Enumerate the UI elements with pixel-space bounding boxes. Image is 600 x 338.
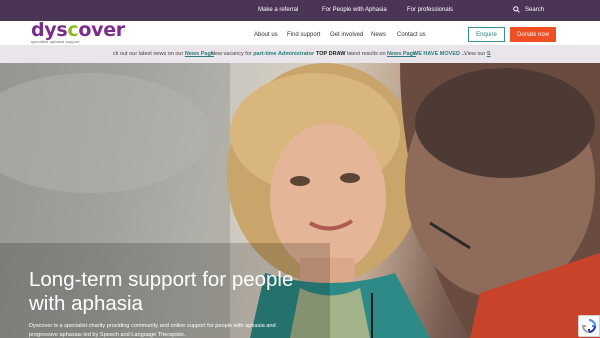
ticker-item: New vacancy for part-time Administrator xyxy=(211,51,315,57)
ticker-item: ck out our latest news on our News Page xyxy=(113,51,214,57)
nav-about-us[interactable]: About us xyxy=(254,32,278,38)
ticker-view-link[interactable]: S xyxy=(487,51,491,57)
donate-button[interactable]: Donate now xyxy=(510,27,556,42)
ticker-news-link[interactable]: News Page xyxy=(387,51,416,57)
search-button[interactable]: Search xyxy=(513,6,544,13)
enquire-button[interactable]: Enquire xyxy=(468,27,505,42)
hero-description: Dyscover is a specialist charity providi… xyxy=(29,323,276,338)
logo-wordmark: dyscover xyxy=(31,19,125,41)
nav-contact-us[interactable]: Contact us xyxy=(397,32,426,38)
site-logo[interactable]: dyscover specialist aphasia support xyxy=(31,19,125,46)
news-ticker: ck out our latest news on our News Page … xyxy=(0,45,600,63)
ticker-item: TOP DRAW latest results on News Page xyxy=(316,51,417,57)
utility-bar: Make a referral For People with Aphasia … xyxy=(0,0,600,21)
ticker-item: View our S xyxy=(464,51,491,57)
search-label: Search xyxy=(525,6,545,13)
ticker-news-link[interactable]: News Page xyxy=(185,51,214,57)
ticker-moved-item[interactable]: WE HAVE MOVED ... xyxy=(413,51,466,57)
people-with-aphasia-link[interactable]: For People with Aphasia xyxy=(322,7,387,13)
professionals-link[interactable]: For professionals xyxy=(407,7,453,13)
recaptcha-icon xyxy=(582,319,596,333)
recaptcha-badge[interactable] xyxy=(578,315,600,337)
nav-find-support[interactable]: Find support xyxy=(287,32,320,38)
search-icon xyxy=(513,6,520,13)
hero-title: Long-term support for people with aphasi… xyxy=(29,268,294,315)
nav-get-involved[interactable]: Get involved xyxy=(330,32,363,38)
ticker-vacancy-link[interactable]: part-time Administrator xyxy=(253,51,314,57)
nav-news[interactable]: News xyxy=(371,32,386,38)
hero-section: Long-term support for people with aphasi… xyxy=(0,63,600,338)
make-referral-link[interactable]: Make a referral xyxy=(258,7,298,13)
